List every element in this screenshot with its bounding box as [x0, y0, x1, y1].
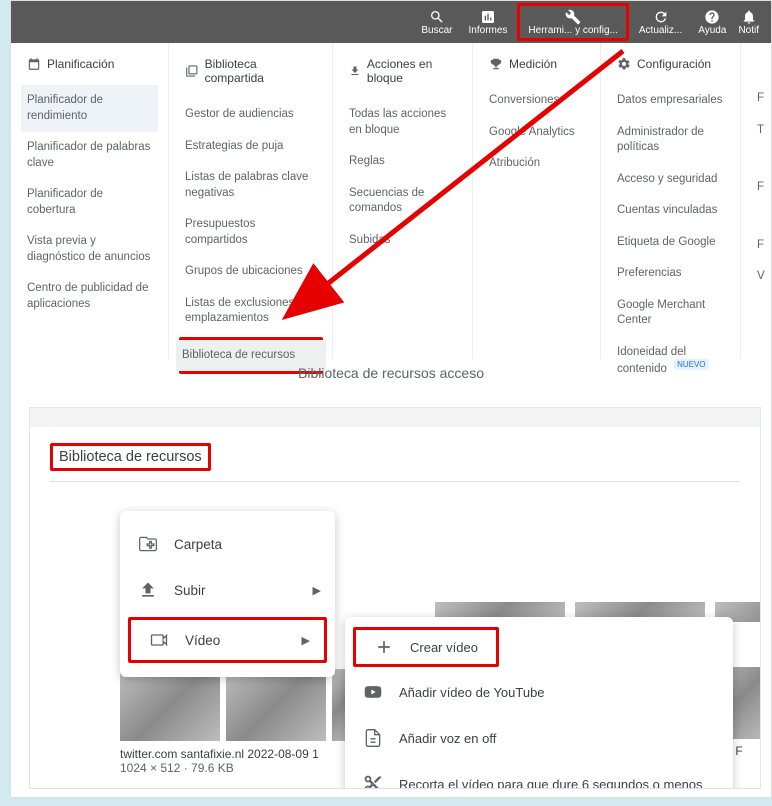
calendar-icon — [27, 57, 41, 71]
notif-label: Notif — [738, 25, 759, 36]
trophy-icon — [489, 57, 503, 71]
youtube-icon — [363, 682, 383, 702]
notif-button[interactable]: Notif — [734, 6, 767, 38]
ad-preview[interactable]: Vista previa y diagnóstico de anuncios — [21, 226, 158, 273]
google-analytics[interactable]: Google Analytics — [483, 117, 590, 149]
shared-budgets[interactable]: Presupuestos compartidos — [179, 209, 322, 256]
audience-manager[interactable]: Gestor de audiencias — [179, 99, 322, 131]
asset-card[interactable]: twitter.com santafixie.nl 2022-08-09 1 1… — [120, 669, 352, 775]
planning-header: Planificación — [27, 57, 152, 71]
trim-video-option[interactable]: Recorta el vídeo para que dure 6 segundo… — [345, 761, 733, 789]
far-item-2[interactable]: F — [751, 172, 771, 204]
resource-library-title: Biblioteca de recursos — [53, 446, 208, 468]
new-badge: NUEVO — [674, 359, 708, 370]
content-suitability[interactable]: Idoneidad del contenido NUEVO — [611, 337, 730, 386]
upload-option[interactable]: Subir ▶ — [120, 567, 335, 613]
folder-plus-icon — [138, 534, 158, 554]
far-item-4[interactable]: V — [751, 261, 771, 293]
upload-icon — [138, 580, 158, 600]
reports-label: Informes — [469, 25, 508, 36]
chevron-right-icon: ▶ — [302, 634, 310, 647]
refresh-label: Actualiz... — [639, 25, 682, 36]
asset-meta: 1024 × 512 · 79.6 KB — [120, 761, 352, 775]
conversions[interactable]: Conversiones — [483, 85, 590, 117]
refresh-icon — [653, 9, 669, 25]
all-bulk-actions[interactable]: Todas las acciones en bloque — [343, 99, 462, 146]
reach-planner[interactable]: Planificador de cobertura — [21, 179, 158, 226]
app-ad-hub[interactable]: Centro de publicidad de aplicaciones — [21, 273, 158, 320]
settings-header: Configuración — [617, 57, 724, 71]
plus-icon — [374, 637, 394, 657]
download-icon — [349, 64, 361, 78]
shared-library-header: Biblioteca compartida — [185, 57, 316, 85]
folder-option[interactable]: Carpeta — [120, 521, 335, 567]
chevron-right-icon: ▶ — [313, 584, 321, 597]
far-item-0[interactable]: F — [751, 83, 771, 115]
lower-tabbar — [29, 407, 761, 427]
perf-planner[interactable]: Planificador de rendimiento — [21, 85, 158, 132]
merchant-center[interactable]: Google Merchant Center — [611, 290, 730, 337]
attribution[interactable]: Atribución — [483, 148, 590, 180]
lower-panel: Biblioteca de recursos Carpeta Subir ▶ — [29, 407, 761, 789]
create-dropdown: Carpeta Subir ▶ Vídeo ▶ — [120, 511, 335, 677]
bell-icon — [741, 9, 757, 25]
uploads[interactable]: Subidas — [343, 225, 462, 257]
search-button[interactable]: Buscar — [413, 6, 460, 38]
tools-menu: Planificación Planificador de rendimient… — [11, 43, 771, 359]
thumbnail — [120, 669, 220, 741]
voiceover-icon — [363, 728, 383, 748]
preferences[interactable]: Preferencias — [611, 258, 730, 290]
measurement-header: Medición — [489, 57, 584, 71]
keyword-planner[interactable]: Planificador de palabras clave — [21, 132, 158, 179]
search-icon — [429, 9, 445, 25]
bulk-actions-header: Acciones en bloque — [349, 57, 456, 85]
video-submenu: Crear vídeo Añadir vídeo de YouTube Añad… — [345, 617, 733, 789]
location-groups[interactable]: Grupos de ubicaciones — [179, 256, 322, 288]
scissors-icon — [363, 774, 383, 789]
video-option[interactable]: Vídeo ▶ — [131, 620, 324, 660]
bid-strategies[interactable]: Estrategias de puja — [179, 131, 322, 163]
access-security[interactable]: Acceso y seguridad — [611, 164, 730, 196]
linked-accounts[interactable]: Cuentas vinculadas — [611, 195, 730, 227]
help-icon — [704, 9, 720, 25]
help-button[interactable]: Ayuda — [690, 6, 734, 38]
thumbnail — [226, 669, 326, 741]
tools-config-button[interactable]: Herrami... y config... — [517, 3, 628, 41]
create-video-option[interactable]: Crear vídeo — [356, 630, 496, 664]
video-icon — [149, 630, 169, 650]
search-label: Buscar — [421, 25, 452, 36]
neg-keyword-lists[interactable]: Listas de palabras clave negativas — [179, 162, 322, 209]
refresh-button[interactable]: Actualiz... — [631, 6, 690, 38]
rules[interactable]: Reglas — [343, 146, 462, 178]
reports-button[interactable]: Informes — [461, 6, 516, 38]
policy-manager[interactable]: Administrador de políticas — [611, 117, 730, 164]
asset-filename: twitter.com santafixie.nl 2022-08-09 1 — [120, 747, 352, 761]
far-item-1[interactable]: T — [751, 115, 771, 147]
scripts[interactable]: Secuencias de comandos — [343, 178, 462, 225]
top-toolbar: Buscar Informes Herrami... y config... A… — [11, 1, 771, 43]
add-voiceover-option[interactable]: Añadir voz en off — [345, 715, 733, 761]
far-item-3[interactable]: F — [751, 230, 771, 262]
gear-icon — [617, 57, 631, 71]
help-label: Ayuda — [698, 25, 726, 36]
google-tag[interactable]: Etiqueta de Google — [611, 227, 730, 259]
chart-icon — [480, 9, 496, 25]
business-data[interactable]: Datos empresariales — [611, 85, 730, 117]
tools-label: Herrami... y config... — [528, 25, 617, 36]
library-icon — [185, 64, 199, 78]
wrench-icon — [565, 9, 581, 25]
add-youtube-option[interactable]: Añadir vídeo de YouTube — [345, 669, 733, 715]
placement-exclusions[interactable]: Listas de exclusiones de emplazamientos — [179, 288, 322, 335]
